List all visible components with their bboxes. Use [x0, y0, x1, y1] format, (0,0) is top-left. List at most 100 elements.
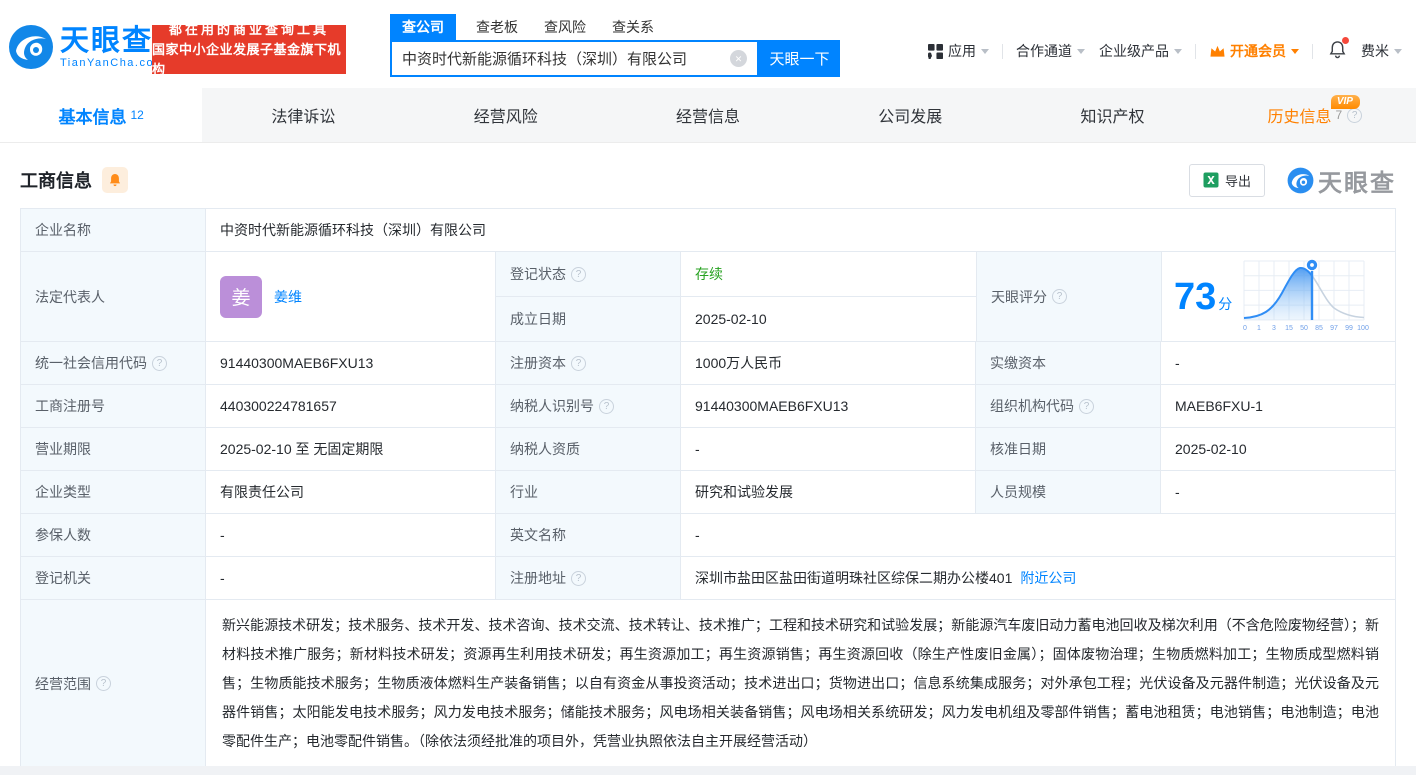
taxpayer-quality-value: -: [681, 428, 976, 470]
svg-text:99: 99: [1345, 325, 1353, 332]
excel-icon: [1203, 172, 1219, 188]
approval-date-value: 2025-02-10: [1175, 441, 1247, 457]
svg-text:3: 3: [1272, 325, 1276, 332]
help-icon[interactable]: [96, 676, 111, 691]
tianyan-score-cell: 73 分 0 1 3 15 50 85 97 99 100: [1162, 252, 1395, 341]
help-icon[interactable]: [1052, 289, 1067, 304]
field-label: 企业类型: [21, 471, 206, 513]
search-button[interactable]: 天眼一下: [759, 40, 840, 77]
search-type-tabs: 查公司 查老板 查风险 查关系: [390, 13, 840, 40]
subscribe-bell-button[interactable]: [102, 167, 128, 193]
tab-operating-risk[interactable]: 经营风险: [405, 88, 607, 142]
field-label: 统一社会信用代码: [21, 342, 206, 384]
section-header: 工商信息 导出 天眼查: [20, 162, 1396, 198]
field-label: 参保人数: [21, 514, 206, 556]
help-icon[interactable]: [571, 355, 586, 371]
table-row: 登记机关 - 注册地址 深圳市盐田区盐田街道明珠社区综保二期办公楼401 附近公…: [21, 557, 1395, 600]
uscc-value: 91440300MAEB6FXU13: [206, 342, 496, 384]
help-icon[interactable]: [1347, 107, 1363, 123]
registration-authority-value: -: [206, 557, 496, 599]
nav-open-vip[interactable]: 开通会员: [1209, 41, 1299, 61]
help-icon[interactable]: [1079, 398, 1094, 414]
registered-address-cell: 深圳市盐田区盐田街道明珠社区综保二期办公楼401 附近公司: [681, 557, 1395, 599]
tab-basic-info[interactable]: 基本信息 12: [0, 88, 203, 142]
field-label: 工商注册号: [21, 385, 206, 427]
search-tab-risk[interactable]: 查风险: [544, 14, 586, 40]
svg-text:85: 85: [1315, 325, 1323, 332]
tab-history-count: 7: [1335, 108, 1343, 122]
nav-partners-label: 合作通道: [1016, 43, 1072, 59]
chevron-down-icon: [1174, 48, 1182, 54]
clear-search-icon[interactable]: [730, 50, 747, 67]
search-input[interactable]: [402, 50, 730, 67]
tab-legal-litigation[interactable]: 法律诉讼: [202, 88, 404, 142]
table-row: 工商注册号 440300224781657 纳税人识别号 91440300MAE…: [21, 385, 1395, 428]
tab-intellectual-property[interactable]: 知识产权: [1011, 88, 1213, 142]
chevron-down-icon: [981, 48, 989, 54]
search-tab-relation[interactable]: 查关系: [612, 14, 654, 40]
nav-partners[interactable]: 合作通道: [1016, 41, 1085, 61]
search-tab-boss[interactable]: 查老板: [476, 14, 518, 40]
export-label: 导出: [1224, 173, 1251, 189]
svg-text:15: 15: [1285, 325, 1293, 332]
score-value: 73: [1174, 275, 1217, 318]
vip-badge: VIP: [1330, 95, 1360, 109]
svg-text:97: 97: [1330, 325, 1338, 332]
main-content: 工商信息 导出 天眼查 企业名称 中资时代新能源循环科技（深圳）有限公司 法定代…: [0, 162, 1416, 768]
table-row: 营业期限 2025-02-10 至 无固定期限 纳税人资质 - 核准日期 202…: [21, 428, 1395, 471]
chevron-down-icon: [1077, 48, 1085, 54]
paid-capital-value: -: [1175, 355, 1180, 371]
legal-rep-link[interactable]: 姜维: [274, 287, 302, 307]
field-label: 核准日期: [976, 428, 1161, 470]
company-section-tabs: 基本信息 12 法律诉讼 经营风险 经营信息 公司发展 知识产权 VIP 历史信…: [0, 88, 1416, 143]
promo-badge: 都在用的商业查询工具 国家中小企业发展子基金旗下机构: [152, 22, 346, 77]
avatar[interactable]: 姜: [220, 275, 262, 318]
tab-basic-info-count: 12: [130, 108, 144, 122]
search-tab-company[interactable]: 查公司: [390, 14, 456, 40]
nav-enterprise-label: 企业级产品: [1099, 43, 1169, 59]
divider: [1195, 43, 1196, 59]
divider: [1002, 43, 1003, 59]
field-label: 成立日期: [496, 297, 681, 341]
industry-value: 研究和试验发展: [681, 471, 976, 513]
business-scope-value: 新兴能源技术研发；技术服务、技术开发、技术咨询、技术交流、技术转让、技术推广；工…: [222, 617, 1379, 749]
registration-status-value: 存续: [695, 266, 723, 282]
english-name-value: -: [695, 527, 700, 543]
chevron-down-icon: [1394, 48, 1402, 54]
watermark-logo-icon: [1287, 167, 1314, 193]
help-icon[interactable]: [571, 266, 586, 282]
help-icon[interactable]: [571, 570, 586, 586]
chevron-down-icon: [1291, 48, 1299, 54]
export-button[interactable]: 导出: [1188, 163, 1265, 197]
promo-line1: 都在用的商业查询工具: [168, 21, 329, 37]
org-code-value: MAEB6FXU-1: [1175, 398, 1263, 414]
tianyancha-logo[interactable]: 天眼查 TianYanCha.com: [8, 24, 165, 70]
field-label: 人员规模: [976, 471, 1161, 513]
tab-company-development[interactable]: 公司发展: [809, 88, 1011, 142]
nav-apps-label: 应用: [948, 43, 976, 59]
search-block: 查公司 查老板 查风险 查关系 天眼一下: [390, 13, 840, 77]
nav-enterprise[interactable]: 企业级产品: [1099, 41, 1182, 61]
registration-number-value: 440300224781657: [206, 385, 496, 427]
tab-business-info[interactable]: 经营信息: [607, 88, 809, 142]
svg-text:0: 0: [1243, 325, 1247, 332]
staff-size-value: -: [1175, 484, 1180, 500]
notifications-bell[interactable]: [1328, 37, 1349, 62]
field-label: 法定代表人: [21, 252, 206, 341]
tab-history-info[interactable]: VIP 历史信息 7: [1214, 88, 1416, 142]
insured-count-value: -: [206, 514, 496, 556]
field-label: 营业期限: [21, 428, 206, 470]
brand-name: 天眼查: [60, 24, 154, 57]
field-label: 登记状态: [496, 252, 681, 296]
nav-user-menu[interactable]: 费米: [1361, 41, 1402, 61]
help-icon[interactable]: [599, 398, 614, 414]
company-name-value: 中资时代新能源循环科技（深圳）有限公司: [220, 222, 486, 238]
field-label: 纳税人识别号: [496, 385, 681, 427]
nav-apps[interactable]: 应用: [928, 41, 989, 61]
crown-icon: [1210, 45, 1225, 57]
field-label: 组织机构代码: [976, 385, 1161, 427]
help-icon[interactable]: [152, 355, 167, 371]
table-row: 企业类型 有限责任公司 行业 研究和试验发展 人员规模 -: [21, 471, 1395, 514]
nearby-companies-link[interactable]: 附近公司: [1020, 568, 1076, 588]
tianyancha-watermark: 天眼查: [1287, 163, 1396, 198]
